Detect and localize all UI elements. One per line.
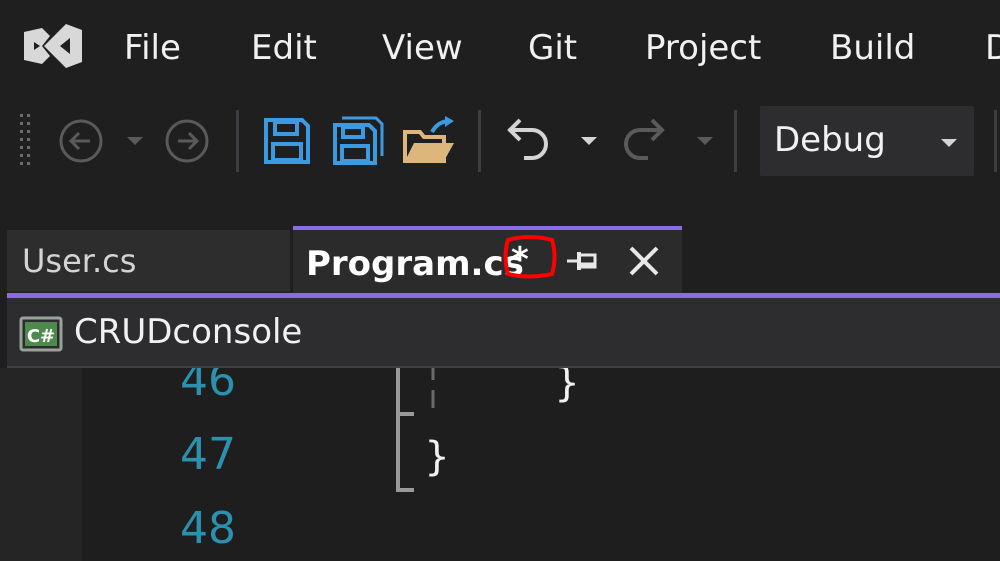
menu-view[interactable]: View [382,26,463,70]
solution-configuration-dropdown[interactable]: Debug [760,106,974,176]
undo-dropdown-chevron-icon[interactable] [578,134,600,148]
tab-program-cs[interactable]: Program.cs * [293,226,682,298]
red-circle-annotation [503,235,557,279]
tab-user-cs[interactable]: User.cs [7,230,290,292]
configuration-value: Debug [774,120,886,160]
redo-dropdown-chevron-icon[interactable] [694,134,716,148]
open-folder-icon[interactable] [402,116,456,166]
indent-guide [431,368,435,408]
undo-icon[interactable] [502,114,552,166]
pin-tab-icon[interactable] [565,244,599,278]
menu-debug-truncated[interactable]: D [985,26,1000,70]
line-number: 46 [180,368,236,406]
menu-edit[interactable]: Edit [251,26,317,70]
code-line-46: } [555,368,580,406]
code-line-47: } [425,434,450,480]
menu-project[interactable]: Project [645,26,761,70]
visual-studio-logo-icon[interactable] [20,14,86,78]
csharp-project-icon: C# [19,316,63,352]
save-all-icon[interactable] [332,116,384,166]
toolbar-separator [478,110,481,172]
menu-file[interactable]: File [124,26,181,70]
navigate-forward-icon[interactable] [164,118,210,164]
toolbar-separator [236,110,239,172]
toolbar-grip-icon[interactable] [18,112,34,172]
toolbar-separator [734,110,737,172]
redo-icon[interactable] [620,114,670,166]
code-editor[interactable]: 46 47 48 } } [0,368,1000,561]
menu-bar: File Edit View Git Project Build D [0,0,1000,95]
toolbar-separator [994,110,997,172]
navigation-bar: C# CRUDconsole [7,298,1000,368]
menu-build[interactable]: Build [830,26,915,70]
indicator-margin [0,368,82,561]
chevron-down-icon [941,139,957,147]
outline-bracket-guide [396,368,414,492]
back-dropdown-chevron-icon[interactable] [124,134,146,148]
navigate-back-icon[interactable] [58,118,104,164]
project-selector[interactable]: CRUDconsole [74,310,302,354]
save-icon[interactable] [262,116,312,166]
tab-label: Program.cs [306,244,524,284]
close-tab-icon[interactable] [627,244,661,278]
csharp-badge-text: C# [27,326,55,347]
line-number: 48 [180,503,236,554]
menu-git[interactable]: Git [528,26,577,70]
line-number: 47 [180,429,236,480]
tab-label: User.cs [22,242,137,280]
